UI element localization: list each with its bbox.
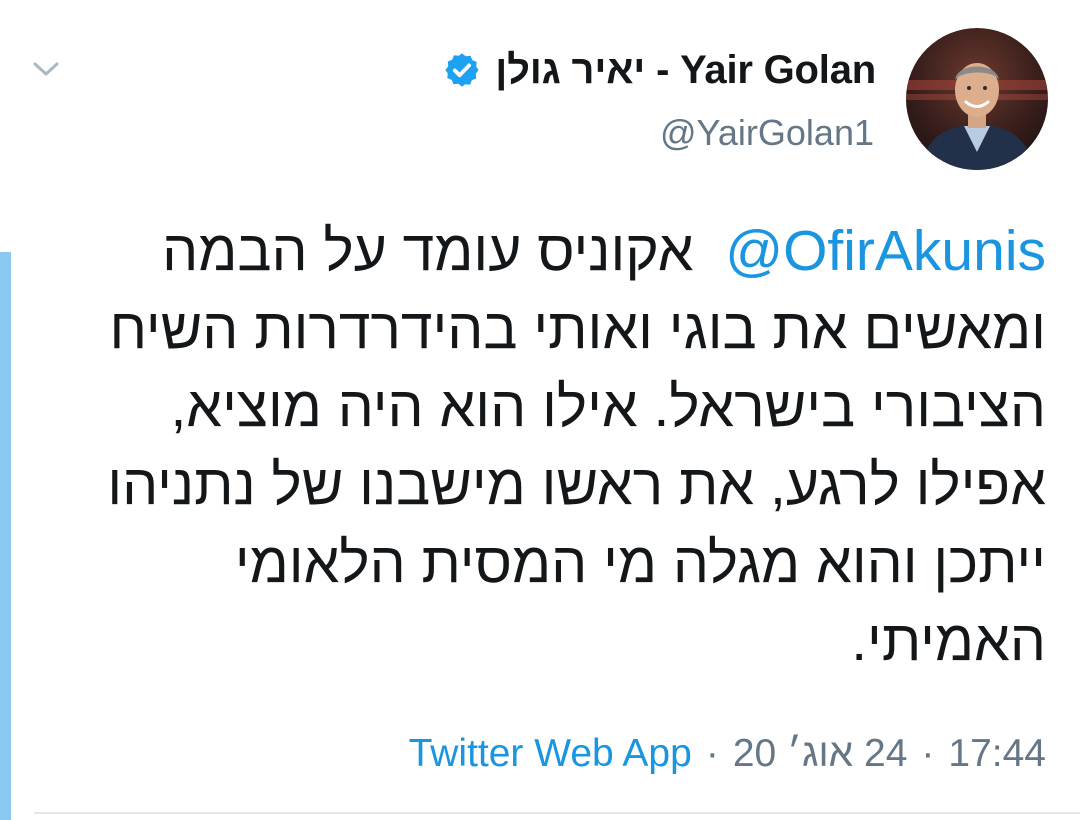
avatar[interactable] [906,28,1048,170]
chevron-down-icon[interactable] [28,54,64,84]
meta-separator: · [921,732,935,775]
tweet-metadata: Twitter Web App · 24 אוג׳ 20 · 17:44 [409,732,1046,776]
tweet-source-link[interactable]: Twitter Web App [409,732,692,776]
author-handle[interactable]: @YairGolan1 [660,112,874,154]
mention-link[interactable]: @OfirAkunis [725,219,1046,283]
author-display-name: יאיר גולן - Yair Golan [495,47,876,92]
tweet-line-6: האמיתי. [851,609,1046,673]
tweet-date: 24 אוג׳ 20 [732,732,908,775]
tweet-line-1: @OfirAkunis אקוניס עומד על הבמה [162,219,1046,283]
thread-indicator [0,252,11,820]
tweet-line-3: הציבורי בישראל. אילו הוא היה מוציא, [170,375,1046,439]
meta-separator: · [705,732,719,775]
tweet-line-2: ומאשים את בוגי ואותי בהידרדרות השיח [109,297,1046,361]
verified-badge-icon [443,51,481,89]
tweet-text: @OfirAkunis אקוניס עומד על הבמה ומאשים א… [46,212,1046,680]
tweet-line-5: ייתכן והוא מגלה מי המסית הלאומי [234,531,1046,595]
divider [34,812,1080,814]
tweet-line-4: אפילו לרגע, את ראשו מישבנו של נתניהו [107,453,1046,517]
tweet-detail-view: יאיר גולן - Yair Golan @YairGolan1 @Ofir… [0,0,1080,820]
tweet-time: 17:44 [948,732,1046,775]
author-name-row[interactable]: יאיר גולן - Yair Golan [443,44,876,96]
